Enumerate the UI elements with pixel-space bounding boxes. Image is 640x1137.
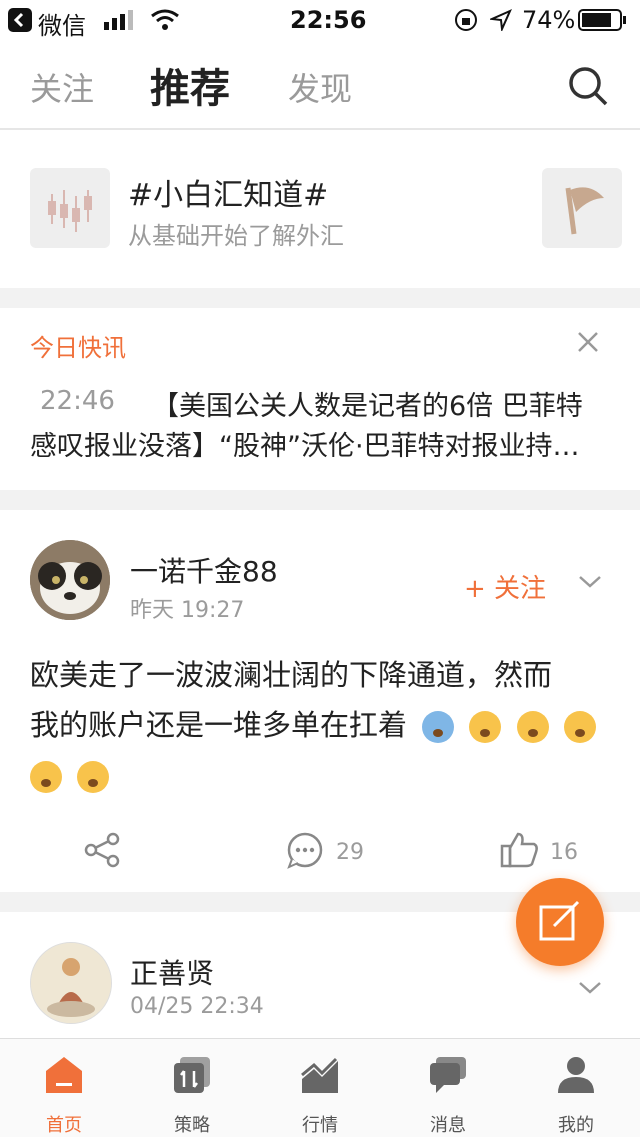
message-icon (428, 1055, 468, 1099)
edit-icon (538, 900, 582, 948)
share-icon[interactable] (84, 832, 120, 872)
post-time: 04/25 22:34 (130, 994, 264, 1019)
scream-emoji-icon (422, 711, 455, 743)
bottom-tab-bar: 首页 策略 行情 消息 我的 (0, 1038, 640, 1137)
tab-strategy-label: 策略 (174, 1115, 210, 1136)
tab-follow[interactable]: 关注 (30, 64, 94, 110)
search-icon[interactable] (566, 64, 610, 112)
post-text-line2-wrap: 我的账户还是一堆多单在扛着 (30, 700, 620, 750)
top-nav: 关注 推荐 发现 (0, 40, 640, 130)
flash-news-line1: 【美国公关人数是记者的6倍 巴菲特 (152, 391, 583, 422)
tab-messages[interactable]: 消息 (384, 1039, 512, 1137)
comment-icon[interactable] (286, 832, 324, 874)
chevron-down-icon[interactable] (578, 574, 602, 594)
signal-icon (104, 10, 140, 34)
post-text: 欧美走了一波波澜壮阔的下降通道，然而 我的账户还是一堆多单在扛着 (30, 650, 620, 800)
battery-icon (578, 9, 628, 35)
tab-market[interactable]: 行情 (256, 1039, 384, 1137)
strategy-icon (172, 1055, 212, 1099)
dizzy-emoji-icon (469, 711, 502, 743)
follow-button[interactable]: + 关注 (464, 568, 546, 605)
post-author[interactable]: 一诺千金88 (130, 550, 278, 590)
comment-count: 29 (336, 840, 364, 865)
post-text-line1: 欧美走了一波波澜壮阔的下降通道，然而 (30, 658, 553, 692)
post-author[interactable]: 正善贤 (130, 952, 214, 992)
topic-strip: #小白汇知道# 从基础开始了解外汇 (0, 130, 640, 288)
rotation-lock-icon (454, 8, 478, 36)
tab-home[interactable]: 首页 (0, 1039, 128, 1137)
back-to-app-icon[interactable] (8, 8, 32, 32)
back-app-label[interactable]: 微信 (38, 6, 86, 41)
tab-recommend[interactable]: 推荐 (150, 56, 230, 114)
post-card[interactable]: 一诺千金88 昨天 19:27 + 关注 欧美走了一波波澜壮阔的下降通道，然而 … (0, 510, 640, 892)
tab-profile[interactable]: 我的 (512, 1039, 640, 1137)
dizzy-emoji-icon (563, 711, 596, 743)
tab-profile-label: 我的 (558, 1115, 594, 1136)
compose-button[interactable] (516, 878, 604, 966)
section-divider (0, 288, 640, 308)
flag-icon[interactable] (542, 168, 622, 248)
topic-title[interactable]: #小白汇知道# (128, 170, 328, 214)
post-emoji-line (24, 750, 620, 800)
tab-discover[interactable]: 发现 (288, 64, 352, 110)
avatar[interactable] (30, 540, 110, 620)
status-bar: 微信 22:56 74% (0, 0, 640, 40)
candlestick-icon (30, 168, 110, 248)
avatar[interactable] (30, 942, 112, 1024)
like-count: 16 (550, 840, 578, 865)
dizzy-emoji-icon (77, 761, 110, 793)
tab-home-label: 首页 (46, 1115, 82, 1136)
tab-market-label: 行情 (302, 1115, 338, 1136)
post-time: 昨天 19:27 (130, 598, 245, 623)
chevron-down-icon[interactable] (578, 980, 602, 1000)
status-time: 22:56 (290, 6, 367, 34)
close-icon[interactable] (576, 330, 600, 358)
like-icon[interactable] (500, 830, 540, 874)
topic-subtitle: 从基础开始了解外汇 (128, 222, 344, 250)
flash-news-time: 22:46 (40, 386, 115, 416)
wifi-icon (150, 8, 180, 36)
dizzy-emoji-icon (30, 761, 62, 793)
flash-news-line2: 感叹报业没落】“股神”沃伦·巴菲特对报业持… (30, 431, 580, 462)
profile-icon (556, 1055, 596, 1099)
location-icon (488, 9, 512, 35)
chart-icon (300, 1055, 340, 1099)
post-text-line2: 我的账户还是一堆多单在扛着 (30, 708, 408, 742)
battery-percent: 74% (522, 6, 576, 34)
section-divider (0, 490, 640, 510)
flash-news-card[interactable]: 今日快讯 22:46 【美国公关人数是记者的6倍 巴菲特 感叹报业没落】“股神”… (0, 308, 640, 490)
flash-news-label: 今日快讯 (30, 334, 126, 362)
tab-strategy[interactable]: 策略 (128, 1039, 256, 1137)
tab-messages-label: 消息 (430, 1115, 466, 1136)
dizzy-emoji-icon (516, 711, 549, 743)
home-icon (44, 1055, 84, 1099)
